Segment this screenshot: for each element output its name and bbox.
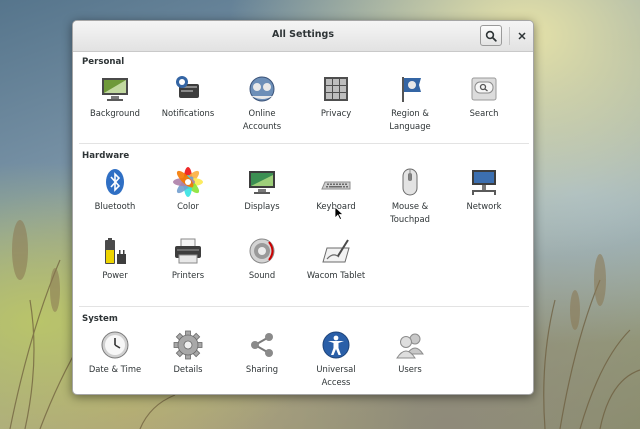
power-icon	[105, 238, 126, 264]
section-title-system: System	[82, 314, 118, 324]
settings-item-label: Wacom Tablet	[306, 270, 366, 280]
printers-icon	[175, 238, 201, 264]
settings-item-displays[interactable]: Displays	[226, 167, 298, 213]
settings-item-sound[interactable]: Sound	[226, 236, 298, 282]
section-divider	[79, 306, 529, 307]
settings-item-online-accounts[interactable]: Online Accounts	[226, 74, 298, 133]
settings-item-label: Mouse & Touchpad	[390, 201, 430, 224]
settings-item-label: Details	[173, 364, 203, 374]
settings-window: All Settings Personal Background Notific…	[72, 20, 534, 395]
settings-item-privacy[interactable]: Privacy	[300, 74, 372, 120]
close-button[interactable]	[513, 26, 531, 46]
privacy-icon	[324, 77, 348, 101]
settings-item-label: Power	[102, 270, 128, 280]
notifications-icon	[176, 76, 199, 98]
settings-item-label: Online Accounts	[242, 108, 282, 131]
settings-item-users[interactable]: Users	[374, 330, 446, 376]
mouse-pointer-icon	[334, 206, 344, 220]
color-icon	[173, 167, 203, 197]
settings-item-sharing[interactable]: Sharing	[226, 330, 298, 376]
search-button[interactable]	[480, 25, 502, 46]
sharing-icon	[251, 333, 273, 357]
settings-item-network[interactable]: Network	[448, 167, 520, 213]
settings-item-label: Sound	[248, 270, 276, 280]
network-icon	[472, 170, 496, 195]
settings-item-background[interactable]: Background	[79, 74, 151, 120]
wacom-tablet-icon	[322, 239, 350, 263]
settings-item-color[interactable]: Color	[152, 167, 224, 213]
settings-item-details[interactable]: Details	[152, 330, 224, 376]
settings-item-power[interactable]: Power	[79, 236, 151, 282]
settings-item-label: Bluetooth	[94, 201, 136, 211]
settings-item-label: Printers	[171, 270, 205, 280]
displays-icon	[249, 171, 275, 194]
settings-item-mouse-touchpad[interactable]: Mouse & Touchpad	[374, 167, 446, 226]
background-icon	[102, 78, 128, 101]
settings-item-label: Search	[469, 108, 499, 118]
mouse-icon	[402, 168, 418, 196]
settings-item-printers[interactable]: Printers	[152, 236, 224, 282]
sound-icon	[249, 238, 275, 264]
details-gear-icon	[173, 330, 203, 360]
settings-item-wacom-tablet[interactable]: Wacom Tablet	[300, 236, 372, 282]
section-title-personal: Personal	[82, 57, 125, 67]
settings-item-label: Sharing	[245, 364, 279, 374]
keyboard-icon	[321, 181, 351, 190]
settings-item-label: Network	[466, 201, 502, 211]
search-settings-icon	[471, 77, 497, 101]
window-title: All Settings	[271, 29, 334, 40]
settings-item-label: Privacy	[320, 108, 352, 118]
settings-item-notifications[interactable]: Notifications	[152, 74, 224, 120]
settings-item-date-time[interactable]: Date & Time	[79, 330, 151, 376]
settings-item-label: Universal Access	[316, 364, 356, 387]
bluetooth-icon	[106, 169, 124, 195]
section-title-hardware: Hardware	[82, 151, 130, 161]
settings-item-label: Color	[177, 201, 199, 211]
settings-item-label: Date & Time	[88, 364, 142, 374]
settings-item-region-language[interactable]: Region & Language	[374, 74, 446, 133]
region-language-icon	[402, 77, 421, 102]
settings-item-bluetooth[interactable]: Bluetooth	[79, 167, 151, 213]
settings-item-label: Displays	[244, 201, 280, 211]
users-icon	[396, 333, 424, 359]
titlebar-separator	[509, 27, 510, 45]
search-icon	[485, 30, 497, 42]
settings-item-universal-access[interactable]: Universal Access	[300, 330, 372, 389]
settings-item-search[interactable]: Search	[448, 74, 520, 120]
close-icon	[518, 32, 526, 40]
settings-item-label: Users	[398, 364, 422, 374]
online-accounts-icon	[249, 76, 275, 102]
settings-item-label: Background	[90, 108, 140, 118]
settings-item-label: Notifications	[161, 108, 215, 118]
titlebar: All Settings	[73, 21, 533, 52]
clock-icon	[101, 331, 129, 359]
section-divider	[79, 143, 529, 144]
universal-access-icon	[322, 331, 350, 359]
settings-item-label: Region & Language	[389, 108, 431, 131]
